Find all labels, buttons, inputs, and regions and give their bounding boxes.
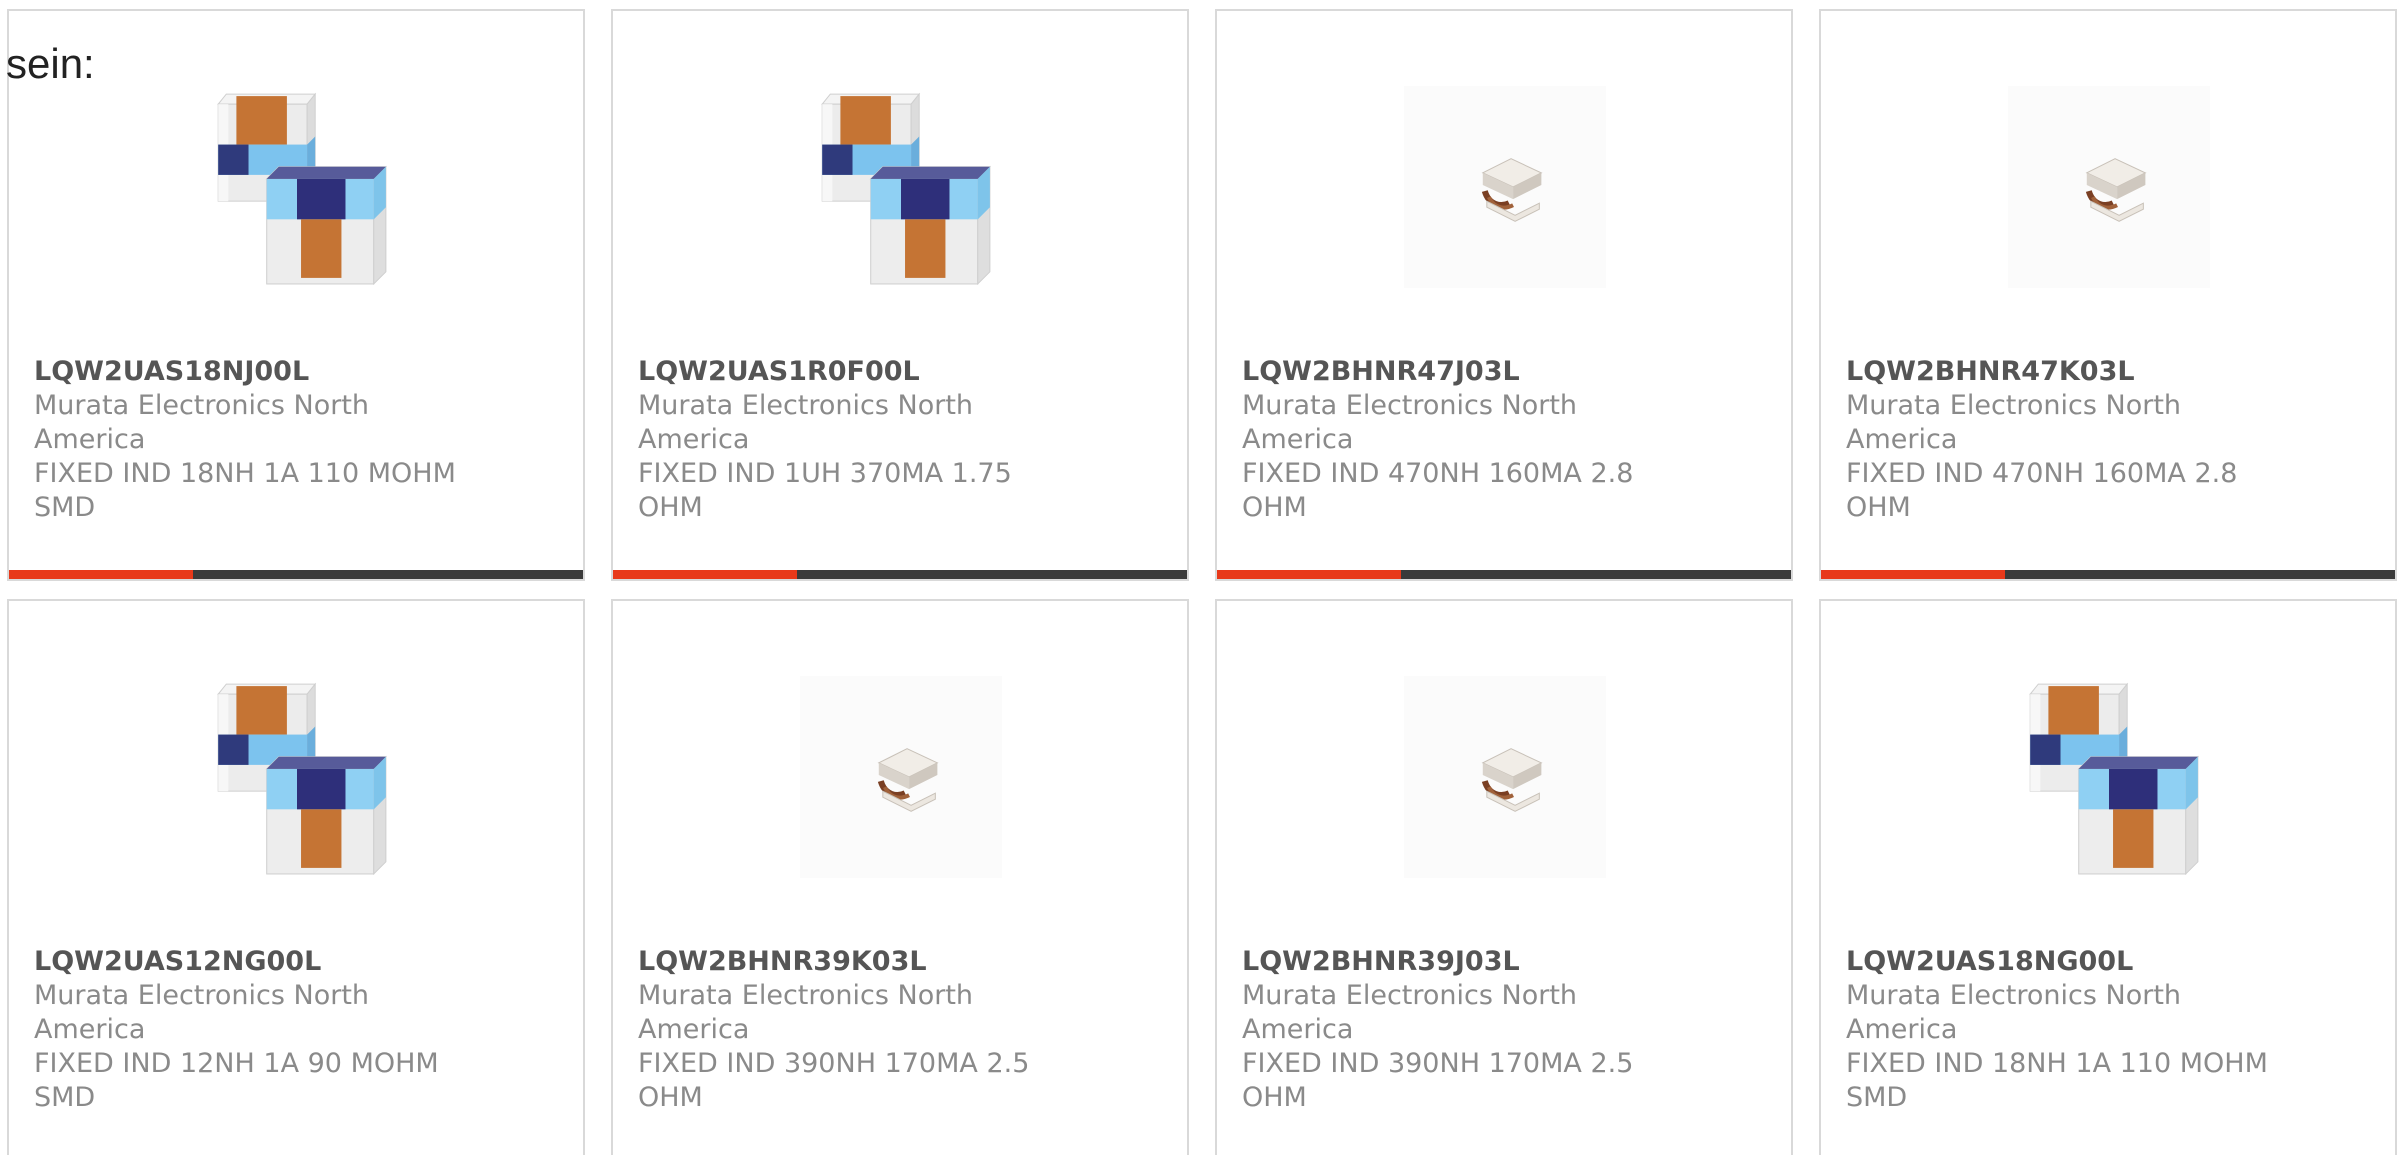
carousel-progress-fill [9,570,193,579]
manufacturer: Murata Electronics North America [638,390,974,455]
product-card-link[interactable]: LQW2BHNR39J03L Murata Electronics North … [1217,601,1791,1155]
product-card-link[interactable]: LQW2BHNR39K03L Murata Electronics North … [613,601,1187,1155]
chip-inductor-pair-icon [2008,676,2210,878]
part-number: LQW2UAS12NG00L [34,946,322,977]
manufacturer: Murata Electronics North America [34,390,370,455]
wirewound-inductor-icon [1404,676,1606,878]
manufacturer: Murata Electronics North America [1242,390,1578,455]
part-number: LQW2UAS1R0F00L [638,356,920,387]
chip-inductor-pair-icon [800,86,1002,288]
product-card[interactable]: LQW2BHNR39J03L Murata Electronics North … [1215,599,1793,1155]
manufacturer: Murata Electronics North America [34,980,370,1045]
chip-inductor-pair-icon [196,676,398,878]
product-card[interactable]: LQW2UAS1R0F00L Murata Electronics North … [611,9,1189,581]
part-number: LQW2BHNR39K03L [638,946,927,977]
manufacturer: Murata Electronics North America [1846,390,2182,455]
description: FIXED IND 390NH 170MA 2.5 OHM [1242,1048,1634,1113]
product-card-link[interactable]: LQW2BHNR47K03L Murata Electronics North … [1821,11,2395,579]
product-card[interactable]: LQW2BHNR47K03L Murata Electronics North … [1819,9,2397,581]
product-card-link[interactable]: LQW2UAS18NJ00L Murata Electronics North … [9,11,583,579]
manufacturer: Murata Electronics North America [1242,980,1578,1045]
product-grid-page: sein: LQW2UAS18NJ00L Murata Electronics … [0,0,2400,1155]
carousel-progress-fill [613,570,797,579]
product-card-link[interactable]: LQW2UAS18NG00L Murata Electronics North … [1821,601,2395,1155]
part-number: LQW2BHNR47J03L [1242,356,1520,387]
wirewound-inductor-icon [2008,86,2210,288]
part-number: LQW2UAS18NJ00L [34,356,310,387]
manufacturer: Murata Electronics North America [638,980,974,1045]
product-card[interactable]: LQW2BHNR47J03L Murata Electronics North … [1215,9,1793,581]
product-card-link[interactable]: LQW2UAS1R0F00L Murata Electronics North … [613,11,1187,579]
carousel-progress-bar [9,570,583,579]
product-card-link[interactable]: LQW2UAS12NG00L Murata Electronics North … [9,601,583,1155]
part-number: LQW2BHNR47K03L [1846,356,2135,387]
description: FIXED IND 18NH 1A 110 MOHM SMD [34,458,456,523]
product-card[interactable]: LQW2UAS12NG00L Murata Electronics North … [7,599,585,1155]
description: FIXED IND 470NH 160MA 2.8 OHM [1242,458,1634,523]
description: FIXED IND 470NH 160MA 2.8 OHM [1846,458,2238,523]
product-card[interactable]: LQW2UAS18NG00L Murata Electronics North … [1819,599,2397,1155]
carousel-progress-fill [1821,570,2005,579]
wirewound-inductor-icon [1404,86,1606,288]
product-card[interactable]: LQW2UAS18NJ00L Murata Electronics North … [7,9,585,581]
description: FIXED IND 390NH 170MA 2.5 OHM [638,1048,1030,1113]
description: FIXED IND 18NH 1A 110 MOHM SMD [1846,1048,2268,1113]
product-card-link[interactable]: LQW2BHNR47J03L Murata Electronics North … [1217,11,1791,579]
carousel-progress-fill [1217,570,1401,579]
description: FIXED IND 12NH 1A 90 MOHM SMD [34,1048,439,1113]
product-card[interactable]: LQW2BHNR39K03L Murata Electronics North … [611,599,1189,1155]
carousel-progress-bar [1821,570,2395,579]
carousel-progress-bar [613,570,1187,579]
part-number: LQW2UAS18NG00L [1846,946,2134,977]
lead-text: sein: [6,40,95,87]
part-number: LQW2BHNR39J03L [1242,946,1520,977]
description: FIXED IND 1UH 370MA 1.75 OHM [638,458,1012,523]
wirewound-inductor-icon [800,676,1002,878]
carousel-progress-bar [1217,570,1791,579]
chip-inductor-pair-icon [196,86,398,288]
manufacturer: Murata Electronics North America [1846,980,2182,1045]
